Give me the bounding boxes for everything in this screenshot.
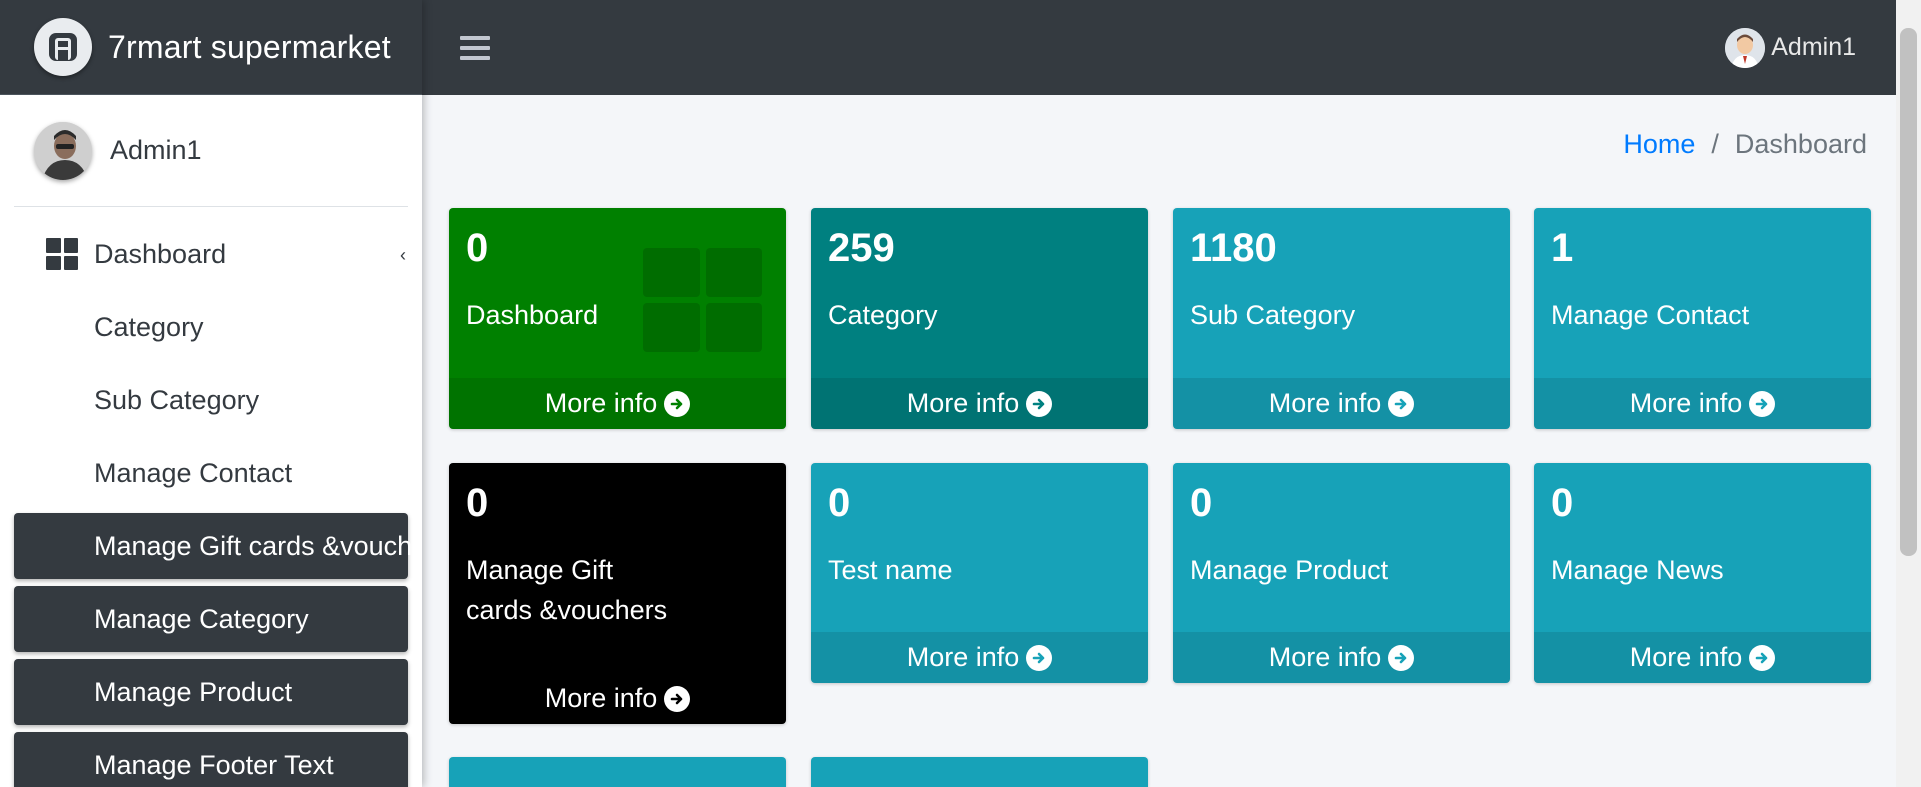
arrow-circle-right-icon (664, 685, 691, 712)
more-info-label: More info (906, 388, 1020, 418)
arrow-circle-right-icon (664, 390, 691, 417)
card-manage-product: 0 Manage Product More info (1173, 463, 1510, 683)
breadcrumb-separator: / (1711, 129, 1719, 159)
more-info-link[interactable]: More info (1173, 378, 1510, 429)
card-label: Sub Category (1190, 300, 1356, 330)
page-scrollbar[interactable] (1896, 0, 1921, 787)
sidebar-item-category[interactable]: Category (14, 294, 408, 360)
more-info-label: More info (1268, 388, 1382, 418)
user-panel[interactable]: Admin1 (14, 95, 408, 207)
card-manage-news: 0 Manage News More info (1534, 463, 1871, 683)
arrow-circle-right-icon (1749, 644, 1776, 671)
chevron-left-icon: ‹ (400, 245, 406, 265)
more-info-link[interactable]: More info (811, 378, 1148, 429)
sidebar-item-sub-category[interactable]: Sub Category (14, 367, 408, 433)
sidebar-item-label: Category (94, 311, 204, 342)
arrow-circle-right-icon (1388, 644, 1415, 671)
card-label: Manage Contact (1551, 300, 1750, 330)
brand-link[interactable]: 7rmart supermarket (0, 0, 422, 95)
card-count: 0 (1551, 481, 1574, 525)
card-count: 1180 (1190, 226, 1277, 270)
sidebar-item-label: Dashboard (94, 238, 227, 269)
more-info-label: More info (1629, 642, 1743, 672)
more-info-link[interactable]: More info (1173, 632, 1510, 683)
sidebar-item-manage-category[interactable]: Manage Category (14, 586, 408, 652)
arrow-circle-right-icon (1026, 390, 1053, 417)
card-manage-contact: 1 Manage Contact More info (1534, 208, 1871, 429)
card-count: 0 (1190, 481, 1213, 525)
more-info-link[interactable]: More info (811, 632, 1148, 683)
scrollbar-thumb[interactable] (1900, 28, 1917, 556)
card-label: Test name (828, 555, 953, 585)
breadcrumb-home-link[interactable]: Home (1623, 129, 1695, 160)
more-info-link[interactable]: More info (449, 673, 786, 724)
card-count: 0 (828, 481, 851, 525)
sidebar-item-label: Manage Category (94, 603, 309, 634)
sidebar-item-manage-gift-cards[interactable]: Manage Gift cards &voucher (14, 513, 422, 579)
more-info-link[interactable]: More info (1534, 378, 1871, 429)
sidebar-item-label: Manage Contact (94, 457, 293, 488)
arrow-circle-right-icon (1026, 644, 1053, 671)
sidebar-item-label: Manage Footer Text (94, 749, 334, 780)
more-info-label: More info (906, 642, 1020, 672)
card-count: 0 (466, 481, 489, 525)
more-info-label: More info (1629, 388, 1743, 418)
hamburger-icon[interactable] (460, 35, 490, 60)
brand-name: 7rmart supermarket (108, 28, 391, 65)
card-sub-category: 1180 Sub Category More info (1173, 208, 1510, 429)
more-info-label: More info (1268, 642, 1382, 672)
sidebar-item-label: Sub Category (94, 384, 260, 415)
card-count: 1 (1551, 226, 1574, 270)
breadcrumb-current: Dashboard (1734, 129, 1867, 159)
card-test-name: 0 Test name More info (811, 463, 1148, 683)
card-partial (811, 757, 1148, 787)
arrow-circle-right-icon (1749, 390, 1776, 417)
sidebar: 7rmart supermarket Admin1 Dashboard ‹ Ca… (0, 0, 422, 787)
sidebar-item-dashboard[interactable]: Dashboard ‹ (14, 221, 408, 287)
card-dashboard: 0 Dashboard More info (449, 208, 786, 429)
more-info-link[interactable]: More info (1534, 632, 1871, 683)
card-label: Manage Product (1190, 555, 1389, 585)
dashboard-grid-icon (46, 238, 78, 270)
dashboard-grid-icon (643, 248, 762, 352)
card-label: Manage News (1551, 555, 1724, 585)
sidebar-user-name[interactable]: Admin1 (110, 135, 202, 166)
breadcrumb: Home / Dashboard (1623, 129, 1867, 160)
more-info-label: More info (544, 683, 658, 713)
sidebar-item-label: Manage Gift cards &voucher (94, 530, 422, 561)
sidebar-item-manage-product[interactable]: Manage Product (14, 659, 408, 725)
card-label: Manage Gift cards &vouchers (466, 555, 668, 625)
topbar-user-menu[interactable]: Admin1 (1725, 27, 1856, 68)
card-label: Category (828, 300, 938, 330)
card-count: 259 (828, 226, 895, 270)
avatar (1725, 27, 1766, 68)
topbar: Admin1 (422, 0, 1896, 95)
sidebar-nav: Dashboard ‹ Category Sub Category Manage… (0, 207, 422, 787)
sidebar-item-manage-footer-text[interactable]: Manage Footer Text (14, 732, 408, 787)
more-info-link[interactable]: More info (449, 378, 786, 429)
admin-logo-icon (34, 18, 92, 76)
more-info-label: More info (544, 388, 658, 418)
topbar-user-name: Admin1 (1771, 33, 1856, 61)
card-partial (449, 757, 786, 787)
card-manage-gift-cards: 0 Manage Gift cards &vouchers More info (449, 463, 786, 724)
sidebar-item-label: Manage Product (94, 676, 293, 707)
card-count: 0 (466, 226, 489, 270)
user-avatar (34, 121, 92, 180)
card-category: 259 Category More info (811, 208, 1148, 429)
arrow-circle-right-icon (1388, 390, 1415, 417)
sidebar-item-manage-contact[interactable]: Manage Contact (14, 440, 408, 506)
